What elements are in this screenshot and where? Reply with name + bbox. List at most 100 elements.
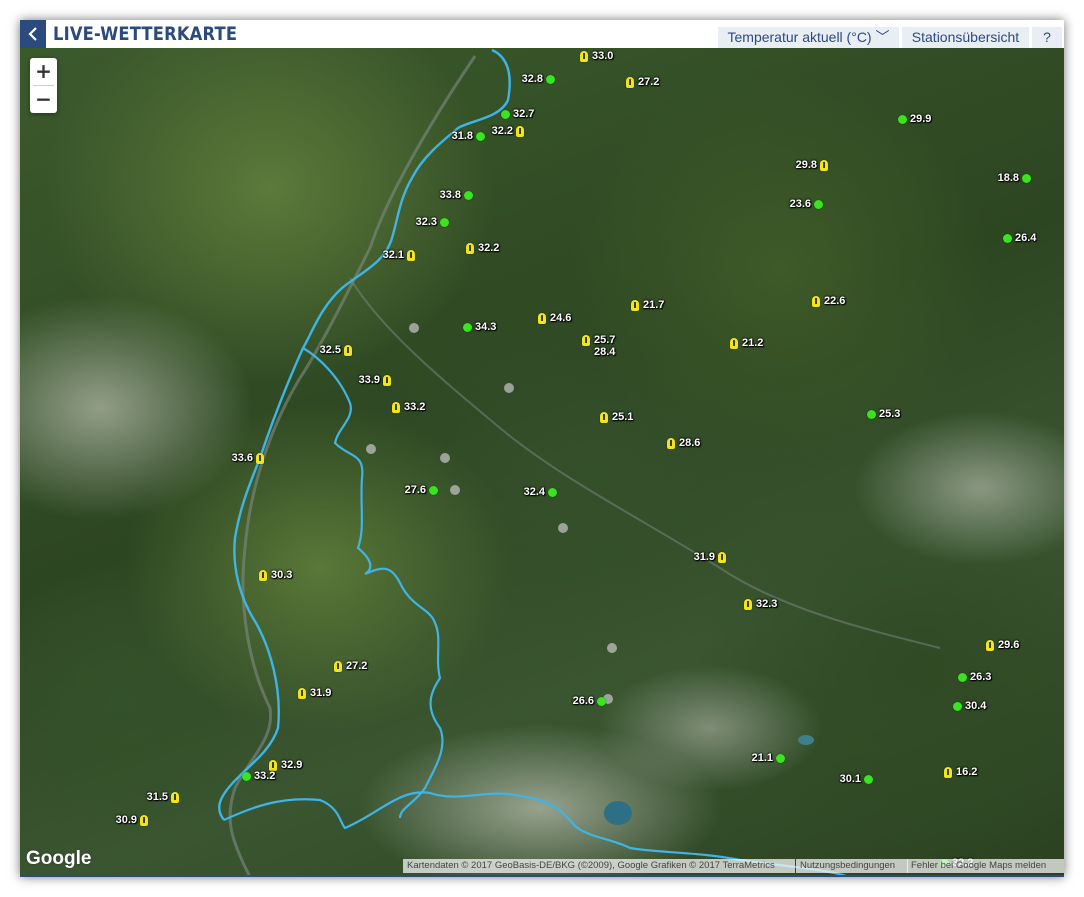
station-dot-icon — [476, 132, 485, 141]
station-dot-icon — [548, 488, 557, 497]
temperature-value: 32.2 — [491, 125, 513, 137]
temperature-value: 33.6 — [231, 452, 253, 464]
station-pin-icon — [820, 160, 828, 171]
temperature-value: 28.4 — [594, 346, 616, 358]
station-pin-icon — [256, 453, 264, 464]
temperature-value: 31.5 — [146, 791, 168, 803]
station-pin-icon — [744, 599, 752, 610]
temperature-value: 31.8 — [451, 130, 473, 142]
temperature-value: 28.6 — [679, 437, 701, 449]
temperature-value: 23.6 — [789, 198, 811, 210]
bottom-border — [20, 875, 1064, 877]
station-pin-icon — [298, 688, 306, 699]
station-dot-icon — [464, 191, 473, 200]
station-pin-icon — [392, 402, 400, 413]
inactive-station-marker[interactable] — [440, 453, 450, 463]
station-pin-icon — [580, 51, 588, 62]
temperature-value: 32.1 — [382, 249, 404, 261]
inactive-station-marker[interactable] — [607, 643, 617, 653]
temperature-value: 33.2 — [404, 401, 426, 413]
temperature-value: 29.6 — [998, 639, 1020, 651]
temperature-value: 21.7 — [643, 299, 665, 311]
temperature-value: 33.8 — [439, 189, 461, 201]
temperature-value: 32.9 — [281, 759, 303, 771]
help-button[interactable]: ? — [1032, 27, 1062, 48]
station-dot-icon — [953, 702, 962, 711]
temperature-value: 29.8 — [795, 159, 817, 171]
map-overlay — [218, 48, 941, 877]
station-dot-icon — [814, 200, 823, 209]
temperature-value: 31.9 — [310, 687, 332, 699]
temperature-value: 18.8 — [997, 172, 1019, 184]
temperature-value: 24.6 — [550, 312, 572, 324]
temperature-value: 33.0 — [592, 50, 614, 62]
station-pin-icon — [944, 767, 952, 778]
back-button[interactable] — [20, 20, 46, 48]
google-logo: Google — [26, 848, 92, 869]
satellite-map[interactable]: 33.0 32.8 27.2 32.7 32.2 31.8 29.9 29.8 18.8 33.8… — [20, 48, 1064, 877]
temperature-value: 32.4 — [523, 486, 545, 498]
temperature-value: 26.4 — [1015, 232, 1037, 244]
temperature-value: 26.3 — [970, 671, 992, 683]
station-pin-icon — [986, 640, 994, 651]
station-pin-icon — [718, 552, 726, 563]
header-bar: LIVE-WETTERKARTE Temperatur aktuell (°C)… — [20, 20, 1064, 48]
station-dot-icon — [242, 772, 251, 781]
station-pin-icon — [407, 250, 415, 261]
station-dot-icon — [1003, 234, 1012, 243]
station-dot-icon — [597, 697, 606, 706]
station-dot-icon — [776, 754, 785, 763]
temperature-value: 26.6 — [572, 695, 594, 707]
station-dot-icon — [440, 218, 449, 227]
station-pin-icon — [344, 345, 352, 356]
temperature-value: 29.9 — [910, 113, 932, 125]
temperature-value: 32.5 — [319, 344, 341, 356]
temperature-value: 33.9 — [358, 374, 380, 386]
temperature-value: 34.3 — [475, 321, 497, 333]
temperature-value: 27.2 — [638, 76, 660, 88]
temperature-value: 30.1 — [839, 773, 861, 785]
station-dot-icon — [501, 110, 510, 119]
inactive-station-marker[interactable] — [450, 485, 460, 495]
temperature-value: 30.4 — [965, 700, 987, 712]
station-dot-icon — [898, 115, 907, 124]
station-pin-icon — [730, 338, 738, 349]
station-pin-icon — [383, 375, 391, 386]
temperature-value: 32.3 — [415, 216, 437, 228]
station-pin-icon — [140, 815, 148, 826]
station-dot-icon — [1022, 174, 1031, 183]
temperature-value: 21.2 — [742, 337, 764, 349]
station-pin-icon — [626, 77, 634, 88]
inactive-station-marker[interactable] — [504, 383, 514, 393]
station-pin-icon — [812, 296, 820, 307]
temperature-value: 27.6 — [404, 484, 426, 496]
page-title: LIVE-WETTERKARTE — [53, 23, 238, 45]
zoom-out-button[interactable]: − — [30, 86, 57, 113]
side-valley-road — [349, 277, 941, 649]
station-pin-icon — [631, 300, 639, 311]
temperature-value: 16.2 — [956, 766, 978, 778]
inactive-station-marker[interactable] — [558, 523, 568, 533]
zoom-in-button[interactable]: + — [30, 58, 57, 85]
report-error-link[interactable]: Fehler bei Google Maps melden — [907, 859, 1064, 873]
temperature-value: 25.3 — [879, 408, 901, 420]
inactive-station-marker[interactable] — [409, 323, 419, 333]
chevron-left-icon — [28, 27, 37, 41]
station-pin-icon — [334, 661, 342, 672]
station-pin-icon — [466, 243, 474, 254]
station-dot-icon — [429, 486, 438, 495]
zoom-control: + − — [30, 58, 57, 113]
station-overview-tab[interactable]: Stationsübersicht — [902, 27, 1029, 48]
border-line-south — [302, 347, 444, 819]
temperature-value: 25.1 — [612, 411, 634, 423]
weather-map-window: LIVE-WETTERKARTE Temperatur aktuell (°C)… — [20, 20, 1064, 877]
station-pin-icon — [259, 570, 267, 581]
station-dot-icon — [867, 410, 876, 419]
terms-link[interactable]: Nutzungsbedingungen — [796, 859, 908, 873]
station-pin-icon — [516, 126, 524, 137]
station-pin-icon — [600, 412, 608, 423]
temperature-value: 32.7 — [513, 108, 535, 120]
inactive-station-marker[interactable] — [366, 444, 376, 454]
station-dot-icon — [958, 673, 967, 682]
temperature-select[interactable]: Temperatur aktuell (°C) ﹀ — [718, 27, 899, 48]
